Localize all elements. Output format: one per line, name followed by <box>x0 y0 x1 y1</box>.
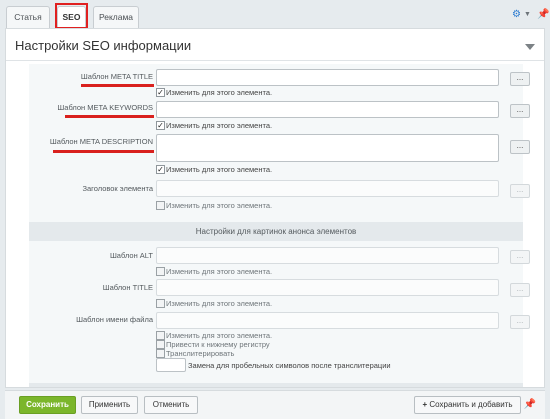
red-underline <box>53 150 154 153</box>
checkbox-label: Изменить для этого элемента. <box>166 331 273 340</box>
checkbox-label: Транслитерировать <box>166 349 235 358</box>
save-button[interactable]: Сохранить <box>19 396 76 414</box>
meta-title-input[interactable] <box>156 69 499 86</box>
plus-icon: + <box>422 400 428 409</box>
meta-title-picker-button[interactable]: ... <box>510 72 530 86</box>
checkbox-label: Изменить для этого элемента. <box>166 165 273 174</box>
checkbox-icon: ✓ <box>156 165 165 174</box>
save-and-add-label: Сохранить и добавить <box>429 400 513 409</box>
checkbox-label: Привести к нижнему регистру <box>166 340 270 349</box>
red-underline <box>81 84 154 87</box>
space-replace-label: Замена для пробельных символов после тра… <box>188 361 391 370</box>
images-section-header: Настройки для картинок анонса элементов <box>29 222 523 241</box>
alt-template-picker-button[interactable]: ... <box>510 250 530 264</box>
meta-title-checkbox[interactable]: ✓ Изменить для этого элемента. <box>156 88 272 98</box>
filename-template-input[interactable] <box>156 312 499 329</box>
checkbox-icon <box>156 340 165 349</box>
meta-title-label: Шаблон META TITLE <box>80 72 153 81</box>
red-underline <box>65 115 154 118</box>
element-title-picker-button[interactable]: ... <box>510 184 530 198</box>
meta-description-input[interactable] <box>156 134 499 162</box>
tab-ads[interactable]: Реклама <box>93 6 139 28</box>
element-title-label: Заголовок элемента <box>82 184 153 193</box>
checkbox-label: Изменить для этого элемента. <box>166 201 273 210</box>
checkbox-icon <box>156 331 165 340</box>
meta-keywords-input[interactable] <box>156 101 499 118</box>
filename-template-label: Шаблон имени файла <box>76 315 153 324</box>
meta-description-picker-button[interactable]: ... <box>510 140 530 154</box>
element-title-checkbox[interactable]: Изменить для этого элемента. <box>156 201 272 211</box>
element-title-input[interactable] <box>156 180 499 197</box>
apply-button[interactable]: Применить <box>81 396 138 414</box>
checkbox-label: Изменить для этого элемента. <box>166 267 273 276</box>
title-template-input[interactable] <box>156 279 499 296</box>
checkbox-icon <box>156 267 165 276</box>
panel-title: Настройки SEO информации <box>15 38 192 53</box>
tab-bar: Статья SEO Реклама ⚙ ▼ 📌 <box>0 0 550 29</box>
seo-panel: Настройки SEO информации Шаблон META TIT… <box>5 28 545 388</box>
meta-description-label: Шаблон META DESCRIPTION <box>49 137 153 146</box>
checkbox-label: Изменить для этого элемента. <box>166 121 273 130</box>
checkbox-label: Изменить для этого элемента. <box>166 299 273 308</box>
checkbox-icon: ✓ <box>156 121 165 130</box>
seo-tab-highlight <box>55 3 88 29</box>
title-template-picker-button[interactable]: ... <box>510 283 530 297</box>
tab-article[interactable]: Статья <box>6 6 50 28</box>
filename-template-picker-button[interactable]: ... <box>510 315 530 329</box>
pin-icon[interactable]: 📌 <box>537 9 549 20</box>
meta-description-checkbox[interactable]: ✓ Изменить для этого элемента. <box>156 165 272 175</box>
checkbox-icon: ✓ <box>156 88 165 97</box>
collapse-arrow-icon[interactable] <box>525 44 535 50</box>
alt-template-checkbox[interactable]: Изменить для этого элемента. <box>156 267 272 277</box>
cancel-button[interactable]: Отменить <box>144 396 198 414</box>
gear-icon[interactable]: ⚙ <box>512 9 521 20</box>
chevron-down-icon[interactable]: ▼ <box>524 11 531 18</box>
meta-keywords-checkbox[interactable]: ✓ Изменить для этого элемента. <box>156 121 272 131</box>
title-template-label: Шаблон TITLE <box>102 283 153 292</box>
alt-template-input[interactable] <box>156 247 499 264</box>
save-and-add-button[interactable]: + Сохранить и добавить <box>414 396 521 414</box>
checkbox-icon <box>156 201 165 210</box>
checkbox-icon <box>156 299 165 308</box>
checkbox-label: Изменить для этого элемента. <box>166 88 273 97</box>
meta-keywords-label: Шаблон META KEYWORDS <box>57 103 153 112</box>
pin-icon[interactable]: 📌 <box>524 399 536 410</box>
footer-bar: Сохранить Применить Отменить + Сохранить… <box>5 390 545 419</box>
alt-template-label: Шаблон ALT <box>109 251 153 260</box>
next-section-header <box>29 383 523 387</box>
space-replace-input[interactable] <box>156 358 186 372</box>
title-template-checkbox[interactable]: Изменить для этого элемента. <box>156 299 272 309</box>
divider <box>6 60 544 61</box>
checkbox-icon <box>156 349 165 358</box>
seo-form: Шаблон META TITLE ... ✓ Изменить для этог… <box>29 64 530 387</box>
meta-keywords-picker-button[interactable]: ... <box>510 104 530 118</box>
